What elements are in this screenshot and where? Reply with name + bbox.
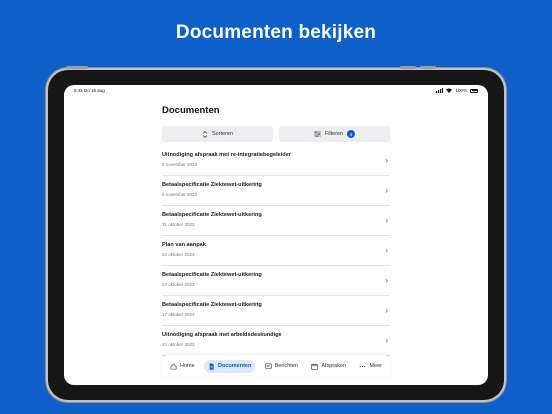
tab-home-label: Home <box>180 363 195 369</box>
document-row[interactable]: Uitnodiging afspraak met re-integratiebe… <box>162 146 390 176</box>
document-row[interactable]: Plan van aanpak 24 oktober 2023 › <box>162 236 390 266</box>
device-button <box>66 66 88 69</box>
signal-icon <box>436 88 444 93</box>
chevron-right-icon: › <box>385 306 388 315</box>
page-title: Documenten <box>162 105 220 116</box>
tab-more-label: Meer <box>369 363 382 369</box>
document-title: Uitnodiging afspraak met arbeidsdeskundi… <box>162 332 282 338</box>
document-date: 24 oktober 2023 <box>162 282 195 287</box>
promo-headline: Documenten bekijken <box>175 22 377 43</box>
document-row[interactable]: Betaalspecificatie Ziektewet-uitkering 6… <box>162 176 390 206</box>
battery-percent: 100% <box>455 88 467 93</box>
status-time-date: 9:41 Do 15 aug <box>74 88 105 93</box>
chevron-right-icon: › <box>385 336 388 345</box>
chevron-right-icon: › <box>385 186 388 195</box>
message-icon <box>265 363 272 369</box>
tab-messages[interactable]: Berichten <box>261 360 302 373</box>
filter-button[interactable]: Filteren 4 <box>279 126 390 142</box>
list-toolbar: Sorteren Filteren 4 <box>162 126 390 142</box>
status-bar: 9:41 Do 15 aug 100% <box>64 85 488 96</box>
documents-page: Documenten Sorteren Filteren 4 Uitnodigi… <box>162 96 390 356</box>
chevron-right-icon: › <box>385 246 388 255</box>
wifi-icon <box>446 88 453 93</box>
more-icon <box>360 365 366 367</box>
document-title: Betaalspecificatie Ziektewet-uitkering <box>162 212 262 218</box>
document-date: 31 oktober 2023 <box>162 222 195 227</box>
sort-label: Sorteren <box>211 131 234 137</box>
chevron-right-icon: › <box>385 216 388 225</box>
document-title: Uitnodiging afspraak met re-integratiebe… <box>162 152 291 158</box>
document-date: 8 november 2023 <box>162 162 198 167</box>
status-indicators: 100% <box>436 88 478 93</box>
filter-label: Filteren <box>324 131 344 137</box>
device-button <box>420 66 436 69</box>
chevron-right-icon: › <box>385 276 388 285</box>
bottom-tab-bar: Home Documenten Berichten Afspraken Meer <box>162 355 390 377</box>
filter-icon <box>313 131 321 137</box>
document-title: Plan van aanpak <box>162 242 206 248</box>
document-row[interactable]: Betaalspecificatie Ziektewet-uitkering 2… <box>162 266 390 296</box>
document-row[interactable]: Betaalspecificatie Ziektewet-uitkering 1… <box>162 296 390 326</box>
tab-messages-label: Berichten <box>274 363 298 369</box>
document-row[interactable]: Betaalspecificatie Ziektewet-uitkering 3… <box>162 206 390 236</box>
document-title: Betaalspecificatie Ziektewet-uitkering <box>162 182 262 188</box>
tab-home[interactable]: Home <box>166 360 199 373</box>
filter-count-badge: 4 <box>347 130 356 138</box>
document-date: 17 oktober 2023 <box>162 312 195 317</box>
app-screen: 9:41 Do 15 aug 100% Documenten Sorteren … <box>64 85 488 385</box>
document-icon <box>209 362 214 370</box>
device-button <box>400 66 416 69</box>
tab-more[interactable]: Meer <box>355 360 386 373</box>
document-title: Betaalspecificatie Ziektewet-uitkering <box>162 302 262 308</box>
tablet-device-frame: 9:41 Do 15 aug 100% Documenten Sorteren … <box>48 66 504 400</box>
tab-appointments[interactable]: Afspraken <box>307 360 350 373</box>
document-date: 24 oktober 2023 <box>162 252 195 257</box>
chevron-right-icon: › <box>385 156 388 165</box>
document-date: 10 oktober 2023 <box>162 342 195 347</box>
document-row[interactable]: Uitnodiging afspraak met arbeidsdeskundi… <box>162 326 390 356</box>
document-list: Uitnodiging afspraak met re-integratiebe… <box>162 146 390 356</box>
tab-documents[interactable]: Documenten <box>204 359 256 373</box>
calendar-icon <box>311 363 318 370</box>
sort-button[interactable]: Sorteren <box>162 126 273 142</box>
home-icon <box>170 362 177 369</box>
tab-documents-label: Documenten <box>218 363 252 369</box>
document-date: 6 november 2023 <box>162 192 198 197</box>
tab-appointments-label: Afspraken <box>321 363 347 369</box>
sort-icon <box>202 130 208 138</box>
document-title: Betaalspecificatie Ziektewet-uitkering <box>162 272 262 278</box>
battery-icon <box>470 88 478 93</box>
